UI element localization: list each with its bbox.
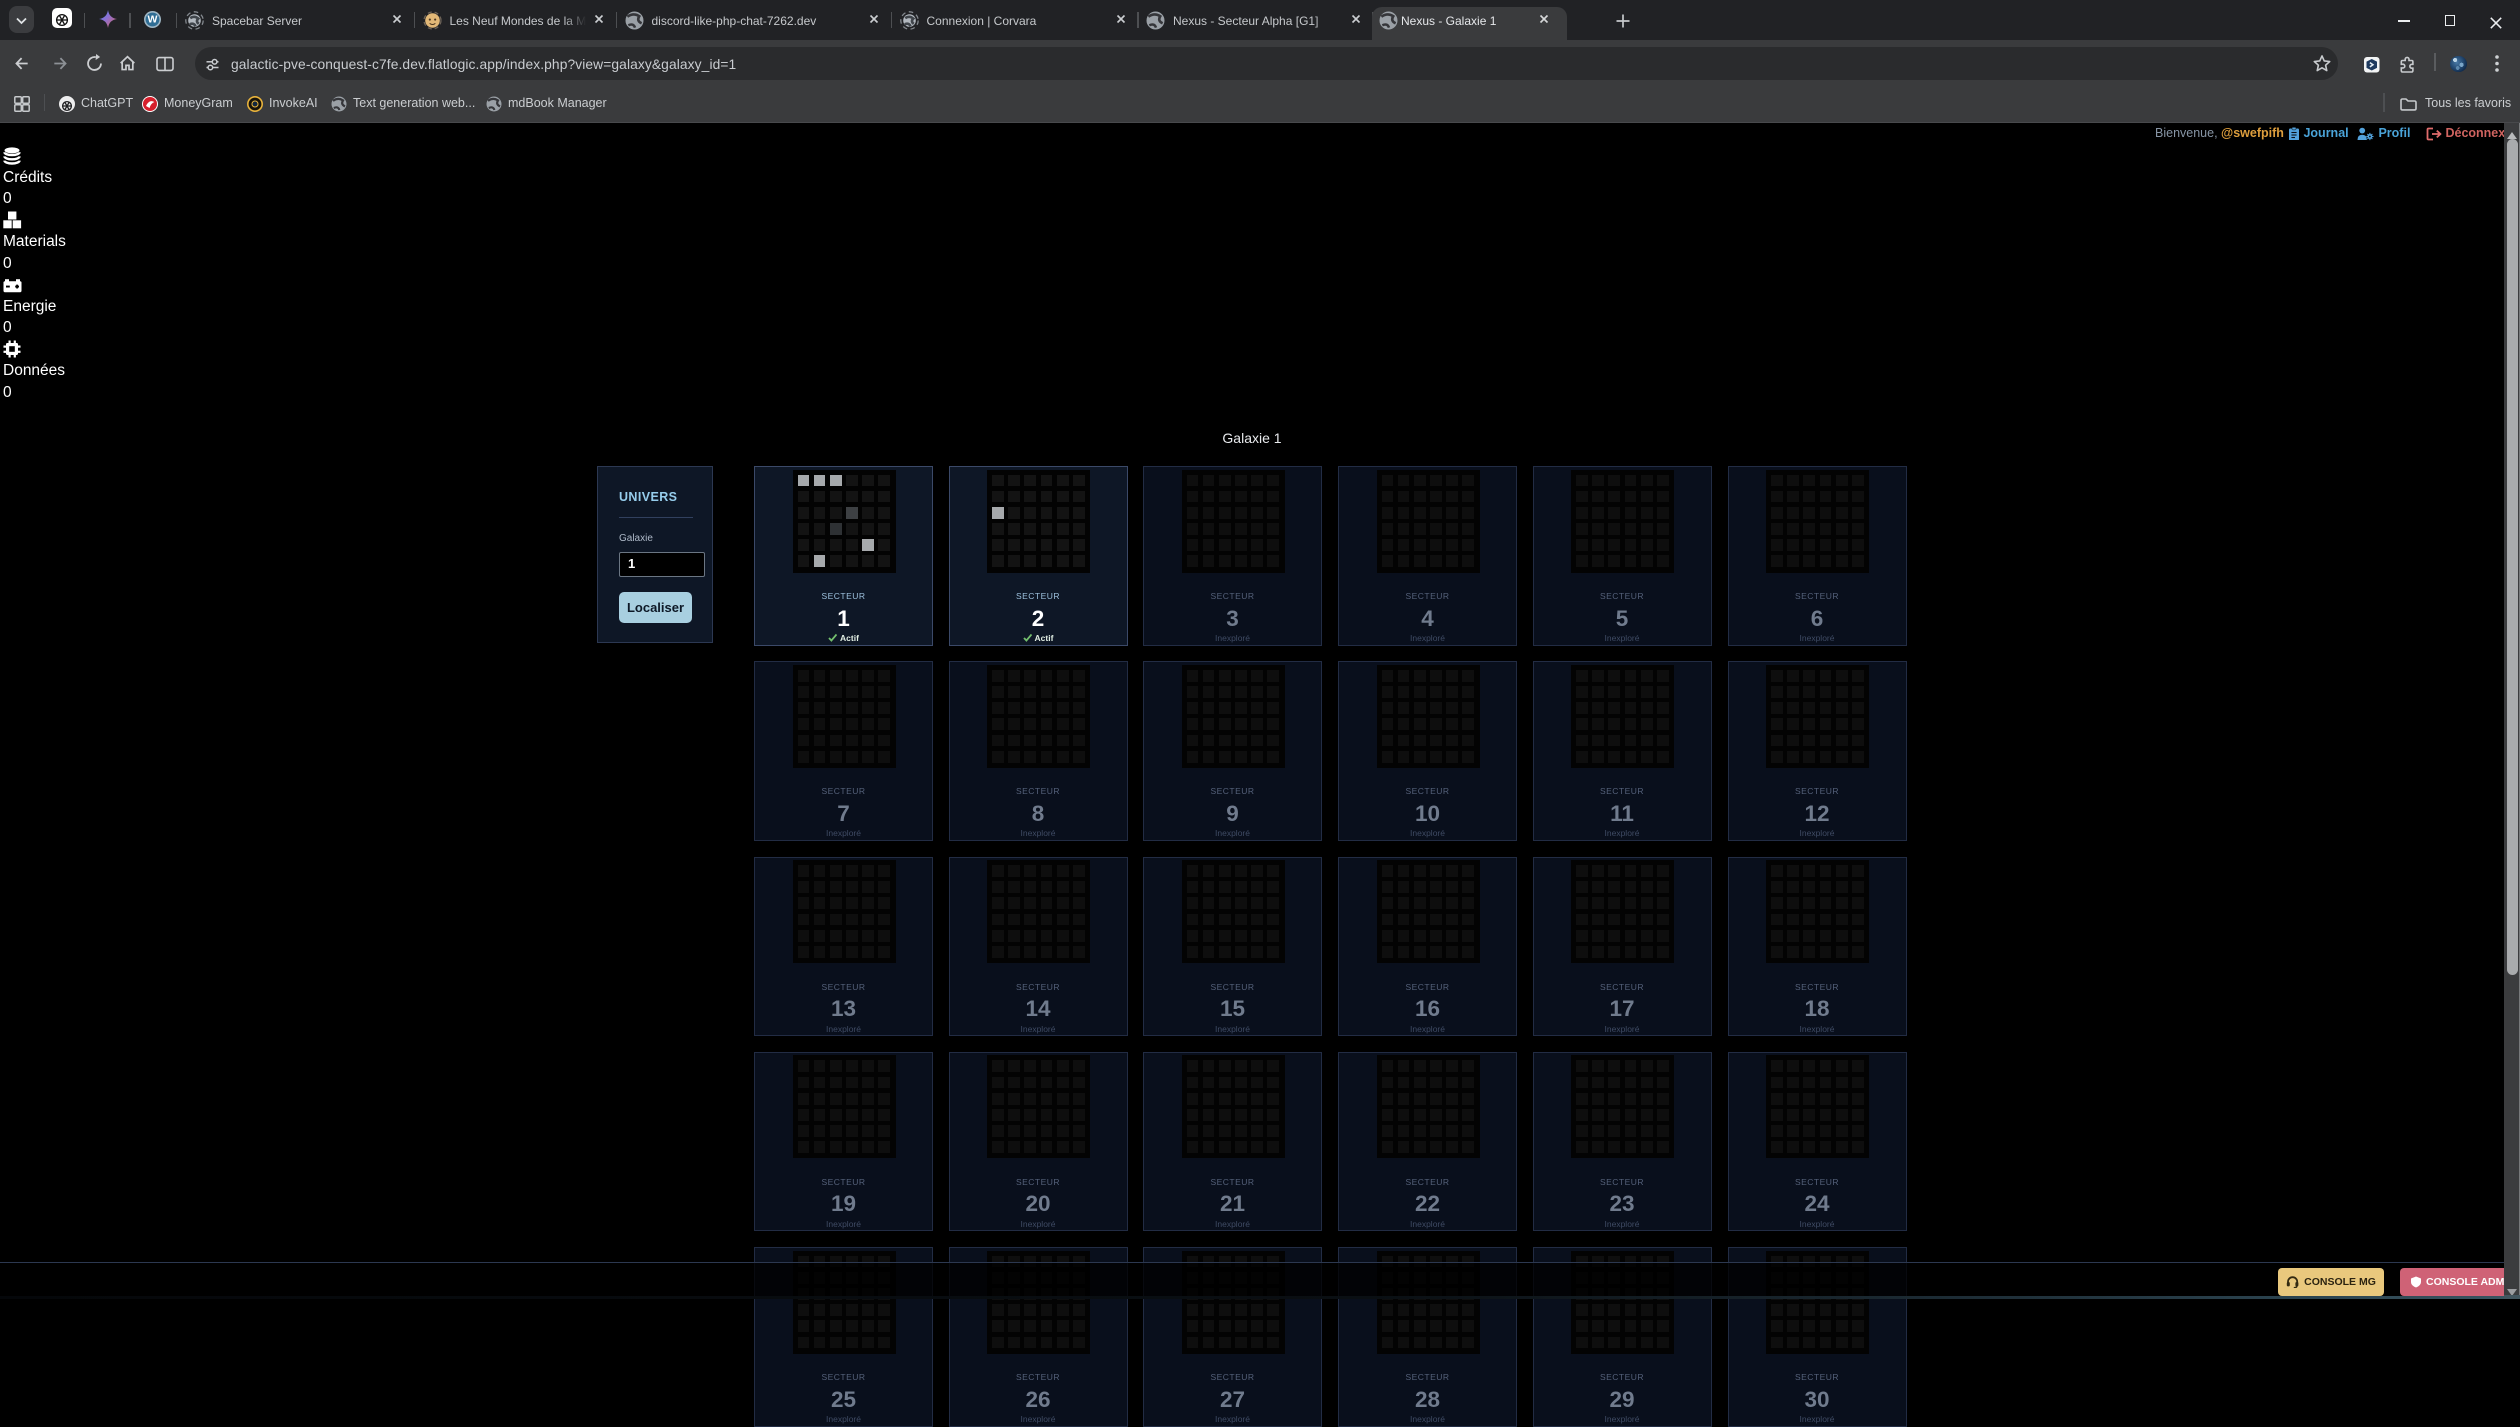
svg-text:W: W — [148, 13, 158, 25]
